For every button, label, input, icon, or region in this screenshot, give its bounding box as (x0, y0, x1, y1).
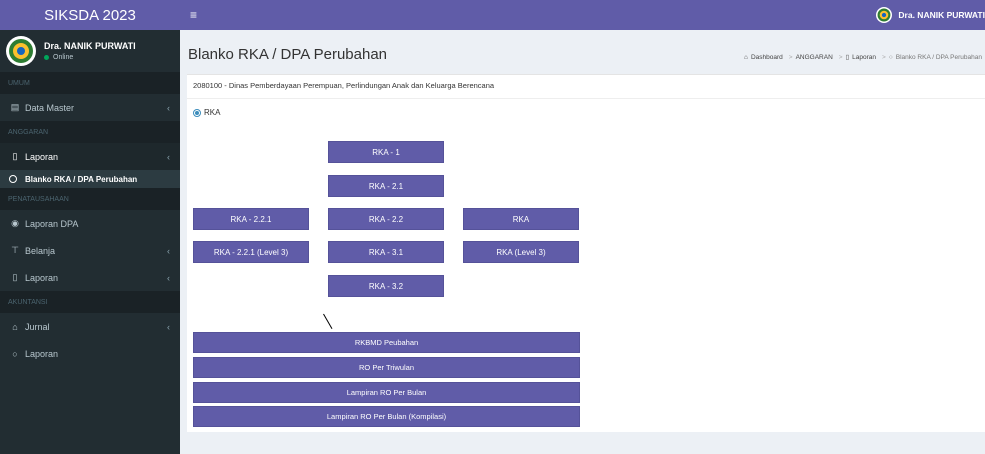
sidebar-item-label: Blanko RKA / DPA Perubahan (25, 174, 138, 184)
rka-2-2-1-level3-button[interactable]: RKA - 2.2.1 (Level 3) (193, 241, 309, 263)
avatar (876, 7, 893, 23)
rka-3-2-button[interactable]: RKA - 3.2 (328, 275, 444, 297)
file-icon: ▯ (12, 151, 18, 161)
chevron-left-icon: ‹ (167, 321, 170, 332)
sidebar-item-label: Belanja (25, 245, 56, 256)
dinas-title: 2080100 - Dinas Pemberdayaan Perempuan, … (193, 81, 495, 90)
sidebar-item-laporan-anggaran[interactable]: ▯ Laporan ‹ (0, 143, 180, 170)
lampiran-ro-per-bulan-button[interactable]: Lampiran RO Per Bulan (193, 382, 580, 403)
file-icon: ▯ (12, 272, 18, 282)
sidebar-item-laporan-penatausahaan[interactable]: ▯ Laporan ‹ (0, 264, 180, 291)
user-name: Dra. NANIK PURWATI (44, 41, 136, 51)
rkbmd-perubahan-button[interactable]: RKBMD Peubahan (193, 332, 580, 353)
circle-icon (9, 175, 17, 183)
lampiran-ro-kompilasi-button[interactable]: Lampiran RO Per Bulan (Kompilasi) (193, 406, 580, 427)
user-status: Online (44, 54, 136, 61)
menu-header-penatausahaan: PENATAUSAHAAN (0, 188, 180, 210)
sidebar-item-label: Laporan (25, 151, 59, 162)
menu-toggle-icon[interactable]: ≡ (190, 8, 197, 22)
sidebar-item-label: Laporan (25, 272, 59, 283)
rka-level3-button[interactable]: RKA (Level 3) (463, 241, 579, 263)
avatar (6, 36, 36, 66)
top-user-name: Dra. NANIK PURWATI (898, 10, 985, 20)
breadcrumb-separator: > (788, 53, 793, 61)
sidebar-item-laporan-dpa[interactable]: ◉ Laporan DPA (0, 210, 180, 237)
dashboard-icon: ◉ (11, 218, 19, 228)
sidebar-item-belanja[interactable]: ⊤ Belanja ‹ (0, 237, 180, 264)
menu-header-anggaran: ANGGARAN (0, 121, 180, 143)
content-box: 2080100 - Dinas Pemberdayaan Perempuan, … (187, 74, 985, 432)
file-icon: ▯ (845, 54, 850, 61)
divider (187, 98, 985, 99)
rka-2-2-1-button[interactable]: RKA - 2.2.1 (193, 208, 309, 230)
sidebar-item-label: Data Master (25, 102, 75, 113)
user-panel: Dra. NANIK PURWATI Online (0, 30, 180, 72)
rka-radio-option[interactable]: RKA (193, 108, 220, 117)
rka-3-1-button[interactable]: RKA - 3.1 (328, 241, 444, 263)
top-navbar: ≡ Dra. NANIK PURWATI (180, 0, 985, 30)
ro-per-triwulan-button[interactable]: RO Per Triwulan (193, 357, 580, 378)
top-user-menu[interactable]: Dra. NANIK PURWATI (876, 0, 985, 30)
breadcrumb-laporan[interactable]: Laporan (852, 54, 876, 61)
circle-icon: ○ (888, 53, 893, 61)
breadcrumb-anggaran[interactable]: ANGGARAN (796, 54, 833, 61)
sidebar-item-label: Laporan (25, 348, 59, 359)
rka-1-button[interactable]: RKA - 1 (328, 141, 444, 163)
chevron-left-icon: ‹ (167, 245, 170, 256)
logo-icon (9, 39, 33, 63)
rka-2-2-button[interactable]: RKA - 2.2 (328, 208, 444, 230)
chevron-left-icon: ‹ (167, 102, 170, 113)
breadcrumb-current: Blanko RKA / DPA Perubahan (895, 53, 982, 61)
breadcrumb-dashboard[interactable]: Dashboard (751, 54, 783, 61)
radio-label: RKA (204, 108, 221, 117)
breadcrumb: ⌂ Dashboard > ANGGARAN > ▯ Laporan > ○ B… (744, 53, 985, 62)
sidebar-subitem-blanko[interactable]: Blanko RKA / DPA Perubahan (0, 170, 180, 188)
menu-header-umum: UMUM (0, 72, 180, 94)
circle-icon: ○ (12, 348, 18, 359)
chevron-left-icon: ‹ (167, 151, 170, 162)
breadcrumb-separator: > (838, 53, 843, 61)
rka-button[interactable]: RKA (463, 208, 579, 230)
dashboard-icon: ⌂ (744, 53, 748, 61)
sidebar-item-laporan-akuntansi[interactable]: ○ Laporan (0, 340, 180, 367)
menu-header-akuntansi: AKUNTANSI (0, 291, 180, 313)
book-icon: ▤ (10, 102, 20, 112)
cart-icon: ⊤ (11, 245, 19, 255)
logo-icon (877, 8, 891, 22)
sidebar-item-data-master[interactable]: ▤ Data Master ‹ (0, 94, 180, 121)
chevron-left-icon: ‹ (167, 272, 170, 283)
rka-2-1-button[interactable]: RKA - 2.1 (328, 175, 444, 197)
status-label: Online (53, 54, 74, 61)
sidebar-item-jurnal[interactable]: ⌂ Jurnal ‹ (0, 313, 180, 340)
page-title: Blanko RKA / DPA Perubahan (188, 46, 388, 63)
breadcrumb-separator: > (882, 53, 886, 61)
sidebar-item-label: Jurnal (25, 321, 50, 332)
sidebar: SIKSDA 2023 Dra. NANIK PURWATI Online UM… (0, 0, 180, 454)
online-dot-icon (44, 55, 49, 60)
sidebar-item-label: Laporan DPA (25, 218, 79, 229)
radio-selected-icon[interactable] (193, 108, 201, 117)
app-brand[interactable]: SIKSDA 2023 (0, 0, 180, 30)
bank-icon: ⌂ (12, 321, 18, 332)
content-header: Blanko RKA / DPA Perubahan ⌂ Dashboard >… (180, 30, 985, 74)
